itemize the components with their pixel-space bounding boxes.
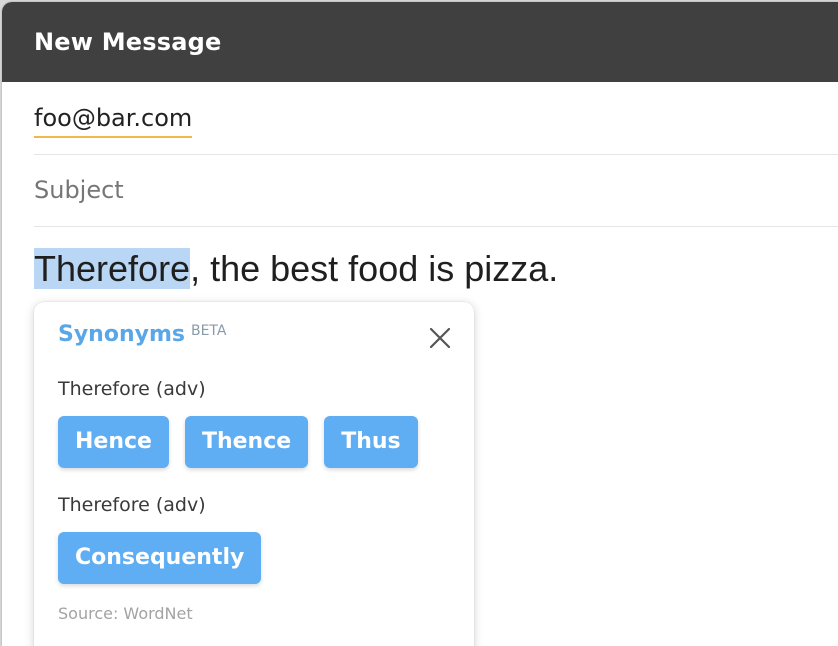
synonym-group-label: Therefore (adv) (58, 494, 206, 516)
synonym-group-label: Therefore (adv) (58, 378, 206, 400)
compose-window: New Message foo@bar.com Therefore, the b… (2, 2, 838, 646)
synonym-chip-group: Hence Thence Thus (58, 416, 418, 468)
synonym-chip-group: Consequently (58, 532, 262, 584)
compose-titlebar: New Message (2, 2, 838, 82)
subject-field-row (34, 154, 838, 227)
close-button[interactable] (428, 326, 452, 350)
subject-input[interactable] (34, 172, 734, 208)
synonym-chip-hence[interactable]: Hence (58, 416, 169, 468)
beta-badge: BETA (190, 322, 227, 339)
body-text: , the best food is pizza. (190, 248, 559, 289)
selected-word[interactable]: Therefore (34, 248, 191, 289)
to-field[interactable]: foo@bar.com (34, 82, 838, 155)
synonym-chip-consequently[interactable]: Consequently (58, 532, 262, 584)
recipient-chip[interactable]: foo@bar.com (34, 104, 193, 138)
synonym-chip-thus[interactable]: Thus (324, 416, 418, 468)
synonyms-popup: Synonyms BETA Therefore (adv) Hence Thenc… (34, 302, 474, 646)
popup-header: Synonyms BETA (58, 322, 226, 347)
window-title: New Message (34, 28, 222, 56)
close-icon (429, 327, 451, 349)
synonym-chip-thence[interactable]: Thence (184, 416, 309, 468)
source-credit: Source: WordNet (58, 604, 193, 623)
message-body[interactable]: Therefore, the best food is pizza. (34, 248, 558, 290)
popup-title: Synonyms (58, 322, 185, 347)
